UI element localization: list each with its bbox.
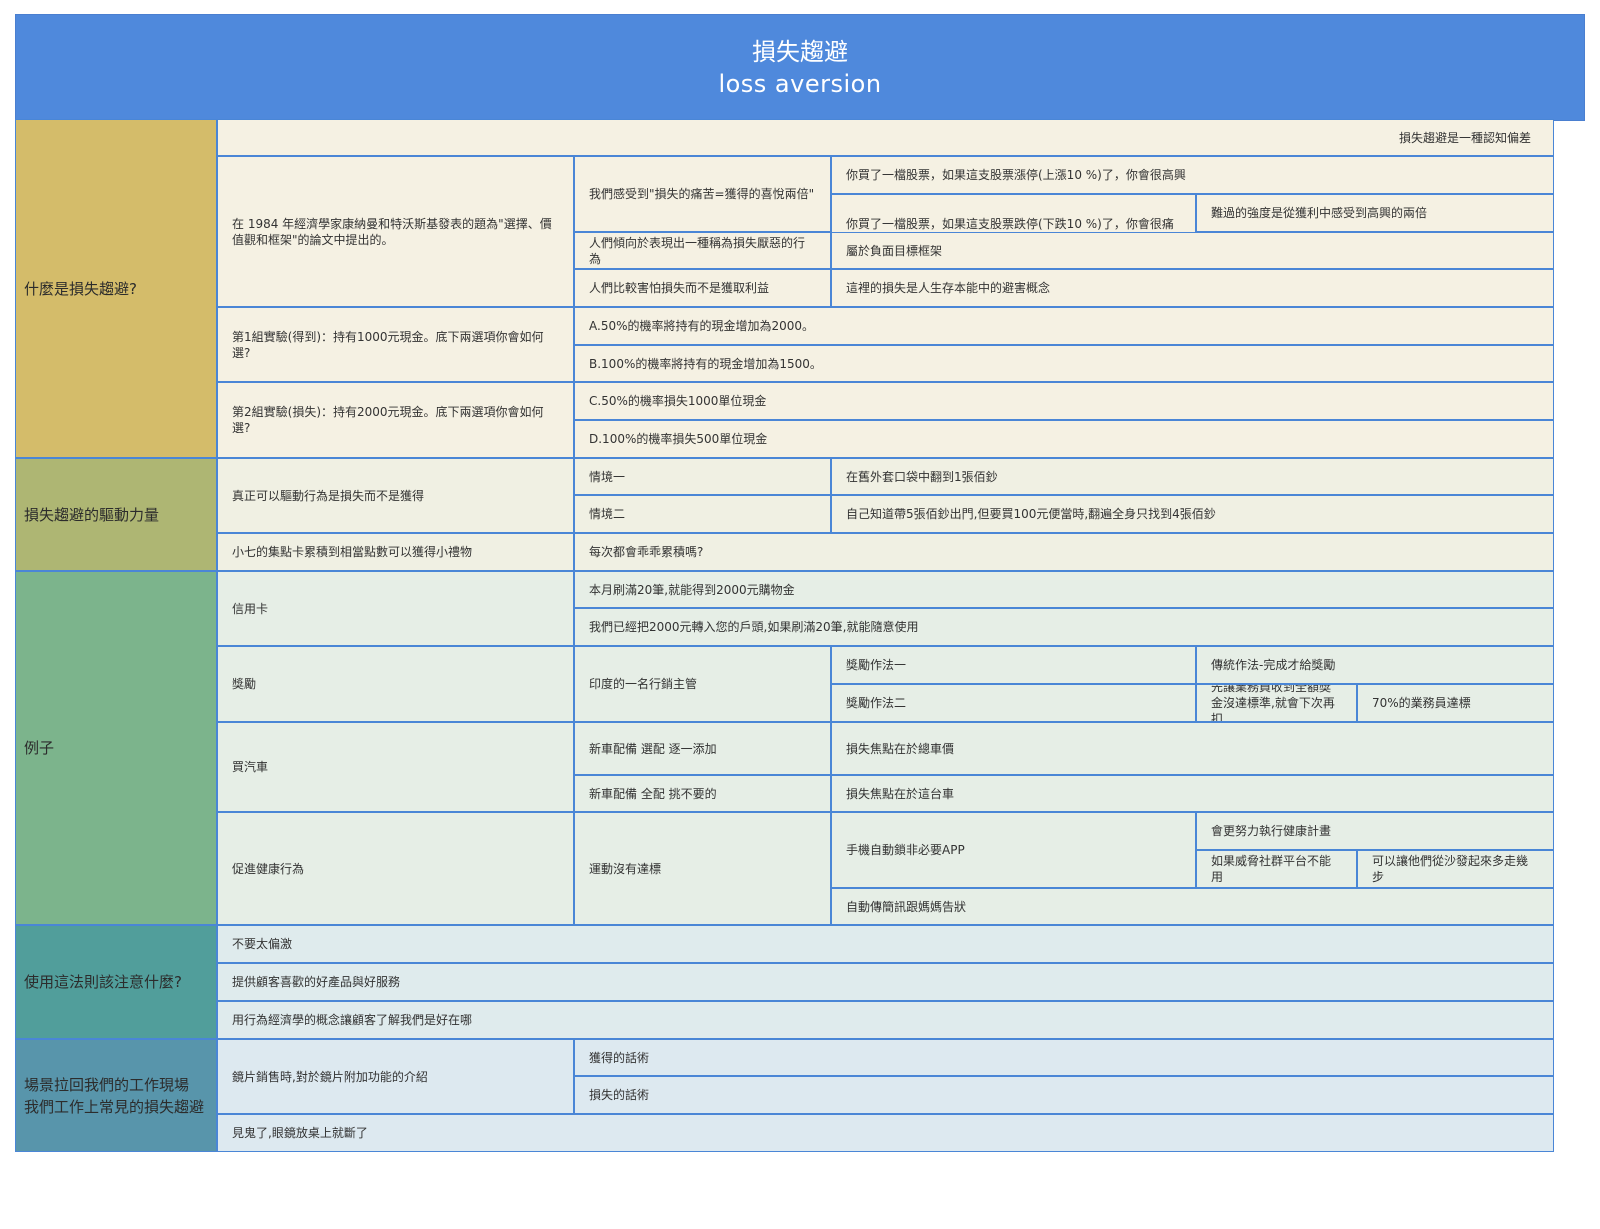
header-title: 損失趨避 (752, 37, 848, 66)
content-cell: 情境一 (574, 458, 831, 495)
content-cell: D.100%的機率損失500單位現金 (574, 420, 1554, 458)
content-cell: 人們傾向於表現出一種稱為損失厭惡的行為 (574, 232, 831, 269)
content-cell: C.50%的機率損失1000單位現金 (574, 382, 1554, 420)
content-cell: 我們感受到"損失的痛苦=獲得的喜悅兩倍" (574, 156, 831, 232)
content-cell: 人們比較害怕損失而不是獲取利益 (574, 269, 831, 307)
content-cell: 獎勵 (217, 646, 574, 722)
content-cell: 信用卡 (217, 571, 574, 646)
content-cell: 損失的話術 (574, 1076, 1554, 1114)
content-cell: 在舊外套口袋中翻到1張佰鈔 (831, 458, 1554, 495)
content-cell: 手機自動鎖非必要APP (831, 812, 1196, 888)
content-cell: 傳統作法-完成才給獎勵 (1196, 646, 1554, 684)
content-cell: 難過的強度是從獲利中感受到高興的兩倍 (1196, 194, 1554, 232)
content-cell: 自動傳簡訊跟媽媽告狀 (831, 888, 1554, 925)
content-cell: 運動沒有達標 (574, 812, 831, 925)
content-cell: 這裡的損失是人生存本能中的避害概念 (831, 269, 1554, 307)
category-cell: 場景拉回我們的工作現場 我們工作上常見的損失趨避 (15, 1039, 217, 1152)
header-subtitle: loss aversion (718, 69, 882, 98)
content-cell: 提供顧客喜歡的好產品與好服務 (217, 963, 1554, 1001)
content-cell: B.100%的機率將持有的現金增加為1500。 (574, 345, 1554, 382)
content-cell: 第2組實驗(損失)：持有2000元現金。底下兩選項你會如何選? (217, 382, 574, 458)
content-cell: 自己知道帶5張佰鈔出門,但要買100元便當時,翻遍全身只找到4張佰鈔 (831, 495, 1554, 533)
content-cell: 印度的一名行銷主管 (574, 646, 831, 722)
content-cell: 買汽車 (217, 722, 574, 812)
content-cell: 促進健康行為 (217, 812, 574, 925)
content-cell: 不要太偏激 (217, 925, 1554, 963)
content-cell: 在 1984 年經濟學家康納曼和特沃斯基發表的題為"選擇、價值觀和框架"的論文中… (217, 156, 574, 307)
content-cell: 70%的業務員達標 (1357, 684, 1554, 722)
content-cell: 損失焦點在於這台車 (831, 775, 1554, 812)
content-cell: 會更努力執行健康計畫 (1196, 812, 1554, 850)
content-cell: 損失趨避是一種認知偏差 (217, 119, 1554, 156)
content-cell: 獲得的話術 (574, 1039, 1554, 1076)
content-cell: 每次都會乖乖累積嗎? (574, 533, 1554, 571)
loss-aversion-mindmap: 損失趨避 loss aversion 什麼是損失趨避? 損失趨避的驅動力量 例子 使用… (15, 14, 1585, 1219)
category-cell: 例子 (15, 571, 217, 925)
content-cell: 真正可以驅動行為是損失而不是獲得 (217, 458, 574, 533)
content-cell: 鏡片銷售時,對於鏡片附加功能的介紹 (217, 1039, 574, 1114)
category-cell: 什麼是損失趨避? (15, 119, 217, 458)
content-cell: 見鬼了,眼鏡放桌上就斷了 (217, 1114, 1554, 1152)
content-cell: 本月刷滿20筆,就能得到2000元購物金 (574, 571, 1554, 608)
content-cell: 新車配備 選配 逐一添加 (574, 722, 831, 775)
header-banner: 損失趨避 loss aversion (15, 14, 1585, 121)
content-cell: 小七的集點卡累積到相當點數可以獲得小禮物 (217, 533, 574, 571)
content-cell: 可以讓他們從沙發起來多走幾步 (1357, 850, 1554, 888)
content-cell: 損失焦點在於總車價 (831, 722, 1554, 775)
content-cell: 先讓業務員收到全額獎金沒達標準,就會下次再扣 (1196, 684, 1357, 722)
content-cell: 如果威脅社群平台不能用 (1196, 850, 1357, 888)
category-cell: 損失趨避的驅動力量 (15, 458, 217, 571)
content-cell: 獎勵作法二 (831, 684, 1196, 722)
content-cell: 我們已經把2000元轉入您的戶頭,如果刷滿20筆,就能隨意使用 (574, 608, 1554, 646)
content-cell: 獎勵作法一 (831, 646, 1196, 684)
content-cell: 屬於負面目標框架 (831, 232, 1554, 269)
content-cell: 用行為經濟學的概念讓顧客了解我們是好在哪 (217, 1001, 1554, 1039)
content-cell: 第1組實驗(得到)：持有1000元現金。底下兩選項你會如何選? (217, 307, 574, 382)
content-cell: 新車配備 全配 挑不要的 (574, 775, 831, 812)
content-cell: 你買了一檔股票，如果這支股票漲停(上漲10 %)了，你會很高興 (831, 156, 1554, 194)
content-cell: 情境二 (574, 495, 831, 533)
content-cell: A.50%的機率將持有的現金增加為2000。 (574, 307, 1554, 345)
category-cell: 使用這法則該注意什麼? (15, 925, 217, 1039)
